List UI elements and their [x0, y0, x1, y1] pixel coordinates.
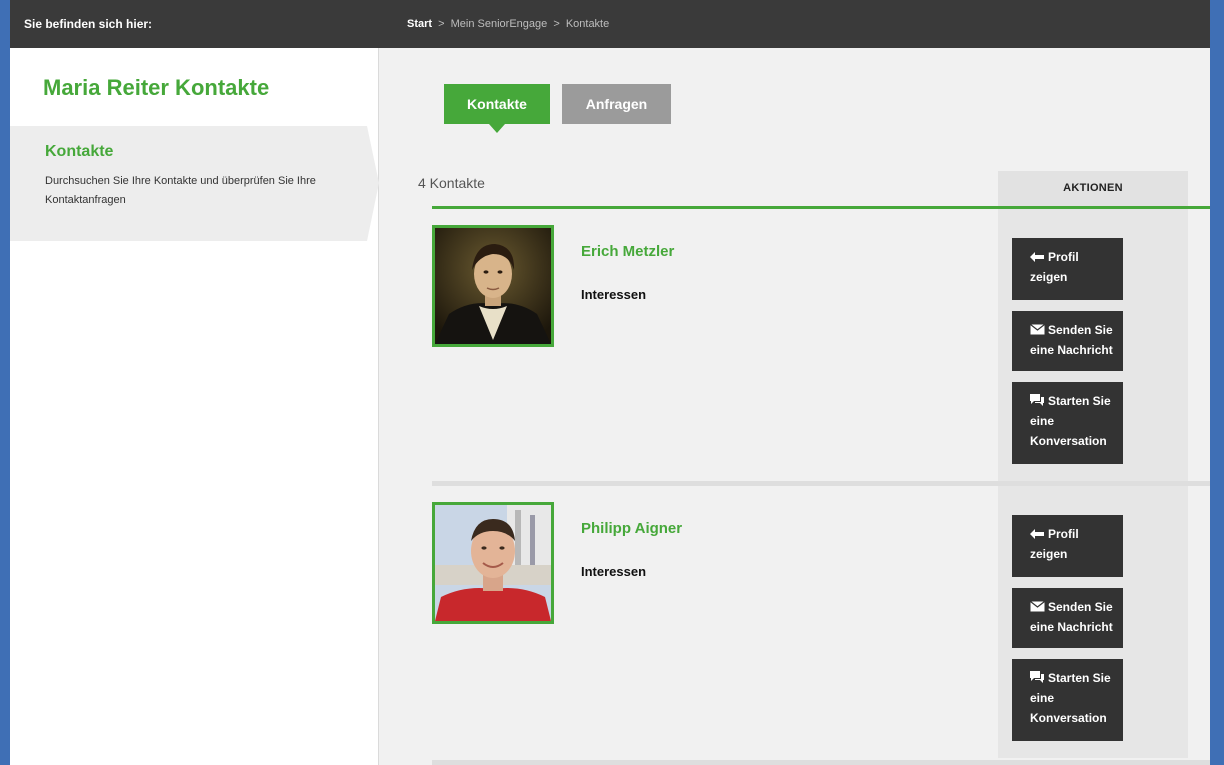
sidebar-item-description: Durchsuchen Sie Ihre Kontakte und überpr… — [45, 175, 316, 206]
contact-name[interactable]: Philipp Aigner — [581, 520, 682, 537]
button-label: eine — [1030, 414, 1055, 428]
envelope-icon — [1030, 597, 1048, 617]
breadcrumb-mein-seniorengage[interactable]: Mein SeniorEngage — [451, 18, 548, 30]
button-label: eine Nachricht — [1030, 620, 1113, 634]
button-label: Konversation — [1030, 711, 1107, 725]
button-label: zeigen — [1030, 270, 1068, 284]
contact-name[interactable]: Erich Metzler — [581, 243, 674, 260]
button-label: zeigen — [1030, 547, 1068, 561]
button-label: Starten Sie — [1048, 671, 1111, 685]
arrow-left-icon — [1030, 524, 1048, 544]
breadcrumb-start[interactable]: Start — [407, 18, 432, 30]
start-conversation-button[interactable]: Starten Sie eine Konversation — [1012, 382, 1123, 464]
row-divider — [432, 760, 1210, 765]
interests-label: Interessen — [581, 564, 647, 579]
breadcrumb-kontakte: Kontakte — [565, 18, 610, 30]
button-label: eine Nachricht — [1030, 343, 1113, 357]
send-message-button[interactable]: Senden Sie eine Nachricht — [1012, 588, 1123, 648]
contact-count: 4 Kontakte — [418, 175, 485, 191]
sidebar-item-label: Kontakte — [45, 143, 114, 160]
contact-row: Philipp Aigner Interessen Profil zeigen … — [432, 486, 1210, 758]
button-label: Starten Sie — [1048, 394, 1111, 408]
main-content: Kontakte Anfragen 4 Kontakte AKTIONEN Er… — [379, 48, 1210, 765]
breadcrumb-separator: > — [553, 18, 560, 30]
button-label: Profil — [1048, 527, 1079, 541]
breadcrumb-separator: > — [438, 18, 445, 30]
arrow-left-icon — [1030, 247, 1048, 267]
start-conversation-button[interactable]: Starten Sie eine Konversation — [1012, 659, 1123, 741]
envelope-icon — [1030, 320, 1048, 340]
button-label: eine — [1030, 691, 1055, 705]
button-label: Konversation — [1030, 434, 1107, 448]
avatar[interactable] — [432, 225, 554, 347]
send-message-button[interactable]: Senden Sie eine Nachricht — [1012, 311, 1123, 371]
speech-bubble-icon — [1030, 668, 1048, 688]
button-label: Senden Sie — [1048, 323, 1113, 337]
actions-header: AKTIONEN — [998, 171, 1188, 206]
speech-bubble-icon — [1030, 391, 1048, 411]
view-profile-button[interactable]: Profil zeigen — [1012, 515, 1123, 577]
you-are-here-label: Sie befinden sich hier: — [24, 17, 153, 31]
view-profile-button[interactable]: Profil zeigen — [1012, 238, 1123, 300]
interests-label: Interessen — [581, 287, 647, 302]
tab-kontakte[interactable]: Kontakte — [444, 84, 550, 133]
button-label: Senden Sie — [1048, 600, 1113, 614]
tab-anfragen[interactable]: Anfragen — [562, 84, 671, 124]
contact-row: Erich Metzler Interessen Profil zeigen S… — [432, 209, 1210, 481]
button-label: Profil — [1048, 250, 1079, 264]
avatar[interactable] — [432, 502, 554, 624]
breadcrumb-bar: Sie befinden sich hier: Start > Mein Sen… — [10, 0, 1210, 48]
page-title: Maria Reiter Kontakte — [43, 75, 270, 100]
breadcrumb: Start > Mein SeniorEngage > Kontakte — [407, 18, 609, 30]
sidebar-item-kontakte[interactable]: Kontakte Durchsuchen Sie Ihre Kontakte u… — [10, 126, 379, 241]
